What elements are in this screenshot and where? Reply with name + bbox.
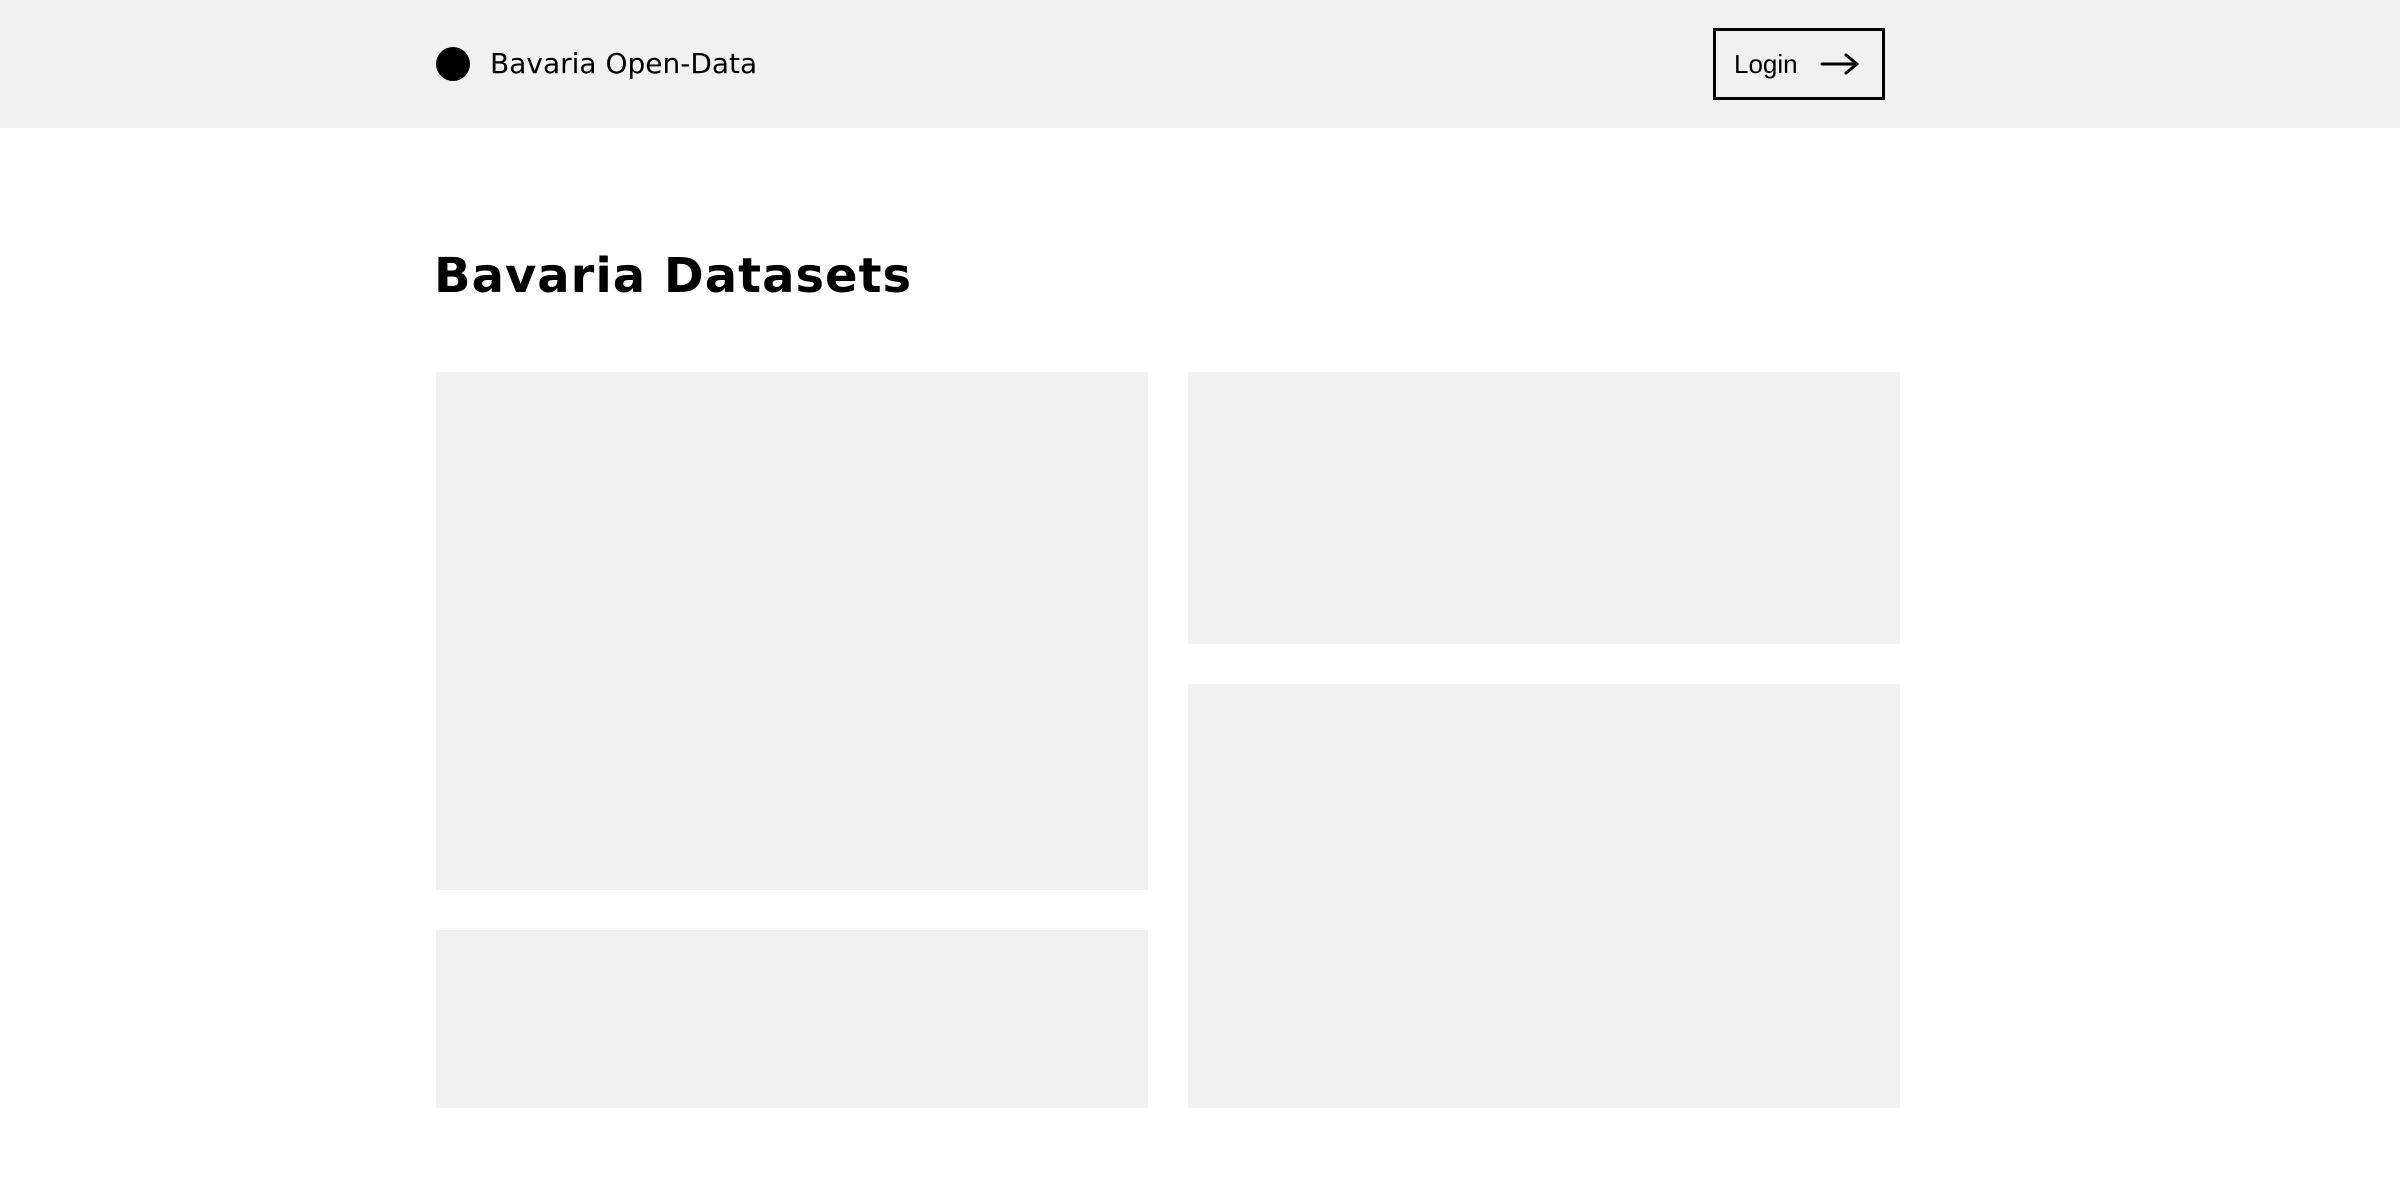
arrow-right-icon <box>1820 53 1859 75</box>
login-label: Login <box>1734 49 1798 79</box>
page-title: Bavaria Datasets <box>434 248 913 304</box>
top-header: Bavaria Open-Data Login <box>0 0 2400 128</box>
circle-logo-icon <box>436 47 470 81</box>
dataset-card[interactable] <box>436 372 1148 890</box>
dataset-card[interactable] <box>436 930 1148 1108</box>
brand-name: Bavaria Open-Data <box>490 47 758 80</box>
dataset-card[interactable] <box>1188 684 1900 1108</box>
login-button[interactable]: Login <box>1713 28 1885 100</box>
dataset-card[interactable] <box>1188 372 1900 644</box>
brand[interactable]: Bavaria Open-Data <box>436 46 757 82</box>
